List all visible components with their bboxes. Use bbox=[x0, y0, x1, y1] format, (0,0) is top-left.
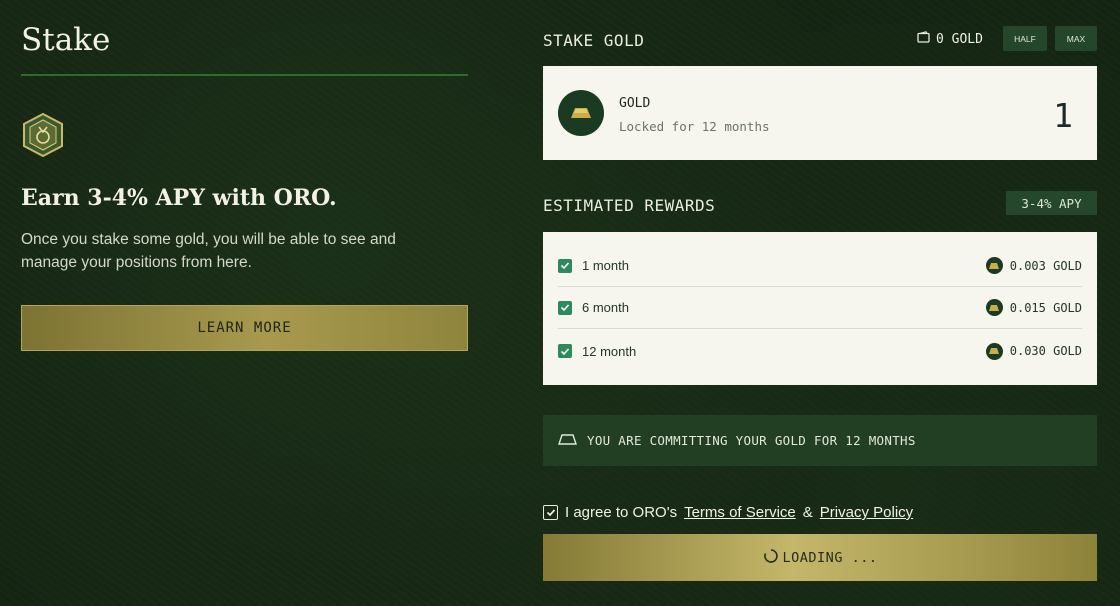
rewards-card: 1 month 0.003 GOLD 6 month 0.015 GOLD 12… bbox=[543, 232, 1097, 385]
balance-value: 0 GOLD bbox=[936, 31, 983, 47]
asset-name: GOLD bbox=[619, 96, 651, 111]
commit-banner: YOU ARE COMMITTING YOUR GOLD FOR 12 MONT… bbox=[543, 415, 1097, 466]
shield-check-icon bbox=[558, 344, 572, 358]
learn-more-button[interactable]: LEARN MORE bbox=[21, 305, 468, 351]
half-button[interactable]: HALF bbox=[1003, 26, 1047, 51]
stake-title: STAKE GOLD bbox=[543, 31, 645, 50]
agree-checkbox[interactable] bbox=[543, 505, 558, 520]
reward-row: 12 month 0.030 GOLD bbox=[558, 330, 1082, 372]
reward-row: 1 month 0.003 GOLD bbox=[558, 245, 1082, 287]
agree-amp: & bbox=[802, 504, 813, 521]
title-divider bbox=[21, 74, 468, 76]
submit-label: LOADING ... bbox=[782, 549, 878, 566]
reward-period: 6 month bbox=[582, 300, 629, 315]
gold-vault-icon bbox=[21, 112, 65, 158]
gold-coin-icon bbox=[985, 342, 1003, 360]
gold-bar-icon bbox=[558, 433, 577, 448]
shield-check-icon bbox=[558, 258, 572, 273]
headline: Earn 3-4% APY with ORO. bbox=[21, 185, 337, 211]
gold-coin-icon bbox=[985, 257, 1003, 274]
reward-value: 0.003 GOLD bbox=[1009, 258, 1082, 273]
gold-coin-icon bbox=[985, 299, 1003, 316]
reward-value: 0.030 GOLD bbox=[1009, 344, 1082, 358]
reward-value: 0.015 GOLD bbox=[1009, 300, 1082, 315]
page-title: Stake bbox=[21, 22, 111, 58]
stake-input-card: GOLD Locked for 12 months 1 bbox=[543, 66, 1097, 160]
stake-submit-button[interactable]: LOADING ... bbox=[543, 534, 1097, 581]
privacy-link[interactable]: Privacy Policy bbox=[820, 504, 913, 521]
reward-period: 1 month bbox=[582, 258, 629, 273]
description: Once you stake some gold, you will be ab… bbox=[21, 231, 396, 271]
apy-badge: 3-4% APY bbox=[1006, 191, 1097, 215]
gold-bar-icon bbox=[558, 90, 604, 136]
shield-check-icon bbox=[558, 300, 572, 315]
spinner-icon bbox=[763, 548, 779, 568]
agree-prefix: I agree to ORO's bbox=[565, 504, 678, 521]
wallet-balance: 0 GOLD bbox=[917, 31, 983, 47]
terms-agreement: I agree to ORO's Terms of Service & Priv… bbox=[543, 504, 913, 521]
stake-amount-input[interactable]: 1 bbox=[1053, 96, 1073, 135]
reward-row: 6 month 0.015 GOLD bbox=[558, 287, 1082, 329]
terms-link[interactable]: Terms of Service bbox=[684, 504, 796, 521]
max-button[interactable]: MAX bbox=[1055, 26, 1097, 51]
rewards-title: ESTIMATED REWARDS bbox=[543, 196, 716, 215]
reward-period: 12 month bbox=[582, 343, 637, 359]
wallet-icon bbox=[917, 31, 930, 47]
commit-text: YOU ARE COMMITTING YOUR GOLD FOR 12 MONT… bbox=[587, 433, 916, 448]
lock-period: Locked for 12 months bbox=[619, 119, 770, 134]
